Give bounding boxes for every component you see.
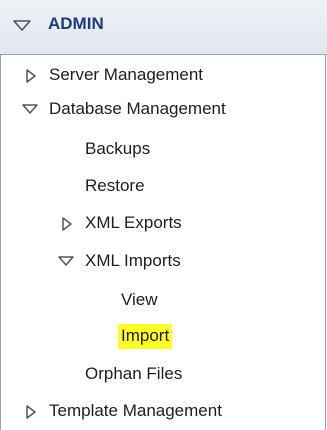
tree-item-label: Database Management	[49, 99, 226, 118]
tree-item-server-management[interactable]: Server Management	[1, 58, 325, 92]
tree-item-label: Template Management	[49, 401, 222, 420]
chevron-down-icon[interactable]	[12, 18, 32, 32]
tree-item-xml-exports[interactable]: XML Exports	[1, 206, 325, 240]
tree-item-xml-imports[interactable]: XML Imports	[1, 244, 325, 278]
admin-nav-tree: Server Management Database Management Ba…	[0, 54, 326, 430]
tree-item-database-management[interactable]: Database Management	[1, 92, 325, 126]
chevron-right-icon[interactable]	[25, 404, 37, 420]
tree-item-label: Backups	[85, 139, 151, 158]
tree-item-label: Server Management	[49, 65, 204, 84]
chevron-down-icon[interactable]	[57, 255, 75, 267]
tree-item-label: Orphan Files	[85, 364, 183, 383]
chevron-right-icon[interactable]	[25, 68, 37, 84]
admin-section-header[interactable]: ADMIN	[0, 0, 327, 55]
admin-panel: ADMIN Server Management Database Managem…	[0, 0, 327, 430]
tree-item-backups[interactable]: Backups	[1, 132, 325, 166]
tree-item-label-highlighted: Import	[118, 323, 173, 349]
tree-item-import[interactable]: Import	[1, 319, 325, 353]
tree-item-label: Restore	[85, 176, 145, 195]
tree-item-template-management[interactable]: Template Management	[1, 394, 325, 428]
tree-item-restore[interactable]: Restore	[1, 169, 325, 203]
tree-item-label: XML Imports	[85, 251, 181, 270]
chevron-down-icon[interactable]	[21, 103, 39, 115]
section-title: ADMIN	[48, 14, 104, 33]
tree-item-label: XML Exports	[85, 213, 182, 232]
chevron-right-icon[interactable]	[61, 216, 73, 232]
tree-item-label: View	[121, 290, 158, 309]
tree-item-view[interactable]: View	[1, 283, 325, 317]
tree-item-orphan-files[interactable]: Orphan Files	[1, 357, 325, 391]
